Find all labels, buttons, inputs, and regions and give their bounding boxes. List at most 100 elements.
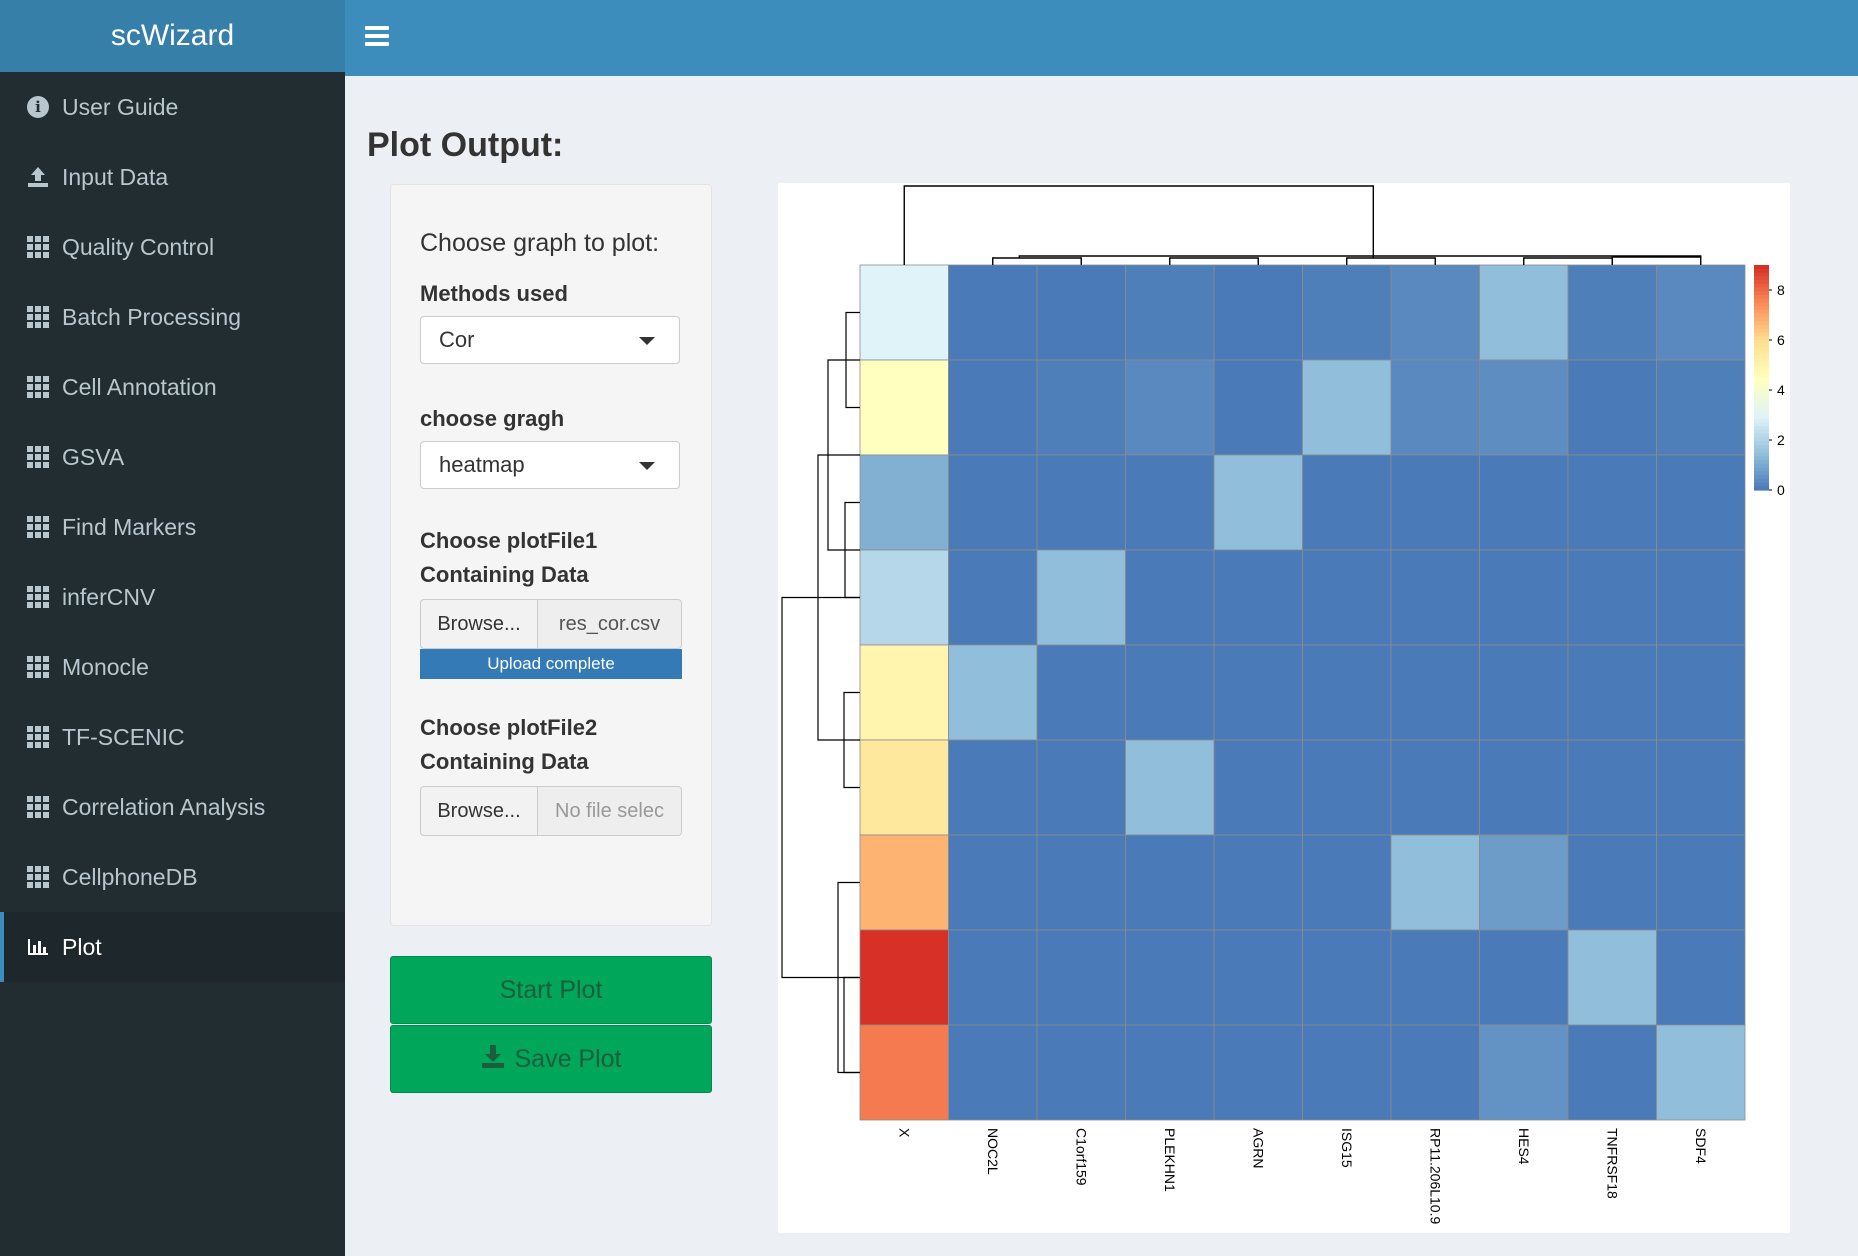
heatmap-cell — [859, 1024, 949, 1121]
heatmap-cell — [1302, 454, 1392, 551]
heatmap-cell — [1213, 1024, 1303, 1121]
legend-color-segment — [1754, 422, 1769, 427]
graph-select-value: heatmap — [439, 452, 525, 477]
heatmap-cell — [1390, 549, 1480, 646]
legend-color-segment — [1754, 403, 1769, 409]
sidebar-toggle-icon[interactable] — [365, 26, 389, 46]
legend-color-segment — [1754, 415, 1769, 420]
legend-color-segment — [1754, 430, 1769, 435]
legend-color-segment — [1754, 306, 1769, 311]
heatmap-cell — [1567, 454, 1657, 551]
file1-browse-button[interactable]: Browse... — [420, 599, 538, 649]
legend-color-segment — [1754, 328, 1769, 334]
legend-color-segment — [1754, 373, 1769, 379]
column-label: C1orf159 — [1073, 1128, 1089, 1186]
sidebar-item-infercnv[interactable]: inferCNV — [0, 562, 345, 632]
save-plot-button[interactable]: Save Plot — [390, 1025, 712, 1093]
sidebar-item-correlation-analysis[interactable]: Correlation Analysis — [0, 772, 345, 842]
legend-color-segment — [1754, 463, 1769, 469]
heatmap-cell — [1036, 264, 1126, 361]
sidebar-item-cell-annotation[interactable]: Cell Annotation — [0, 352, 345, 422]
sidebar-item-quality-control[interactable]: Quality Control — [0, 212, 345, 282]
heatmap-cell — [859, 834, 949, 931]
heatmap-cell — [1390, 1024, 1480, 1121]
heatmap-cell — [1213, 264, 1303, 361]
heatmap-cell — [1567, 264, 1657, 361]
heatmap-cell — [1036, 739, 1126, 836]
heatmap-cell — [1302, 359, 1392, 456]
column-dendrogram-branch — [1169, 257, 1259, 265]
legend-color-segment — [1754, 445, 1769, 450]
legend-color-segment — [1754, 340, 1769, 345]
heatmap-cell — [1479, 359, 1569, 456]
legend-color-segment — [1754, 276, 1769, 281]
save-plot-label: Save Plot — [514, 1044, 622, 1073]
heatmap-cell — [1036, 834, 1126, 931]
heatmap-cell — [1656, 454, 1746, 551]
heatmap-cell — [1479, 929, 1569, 1026]
legend-color-segment — [1754, 433, 1769, 439]
legend-color-segment — [1754, 310, 1769, 315]
heatmap-cell — [1036, 549, 1126, 646]
download-icon — [480, 1043, 506, 1076]
heatmap-cell — [1390, 739, 1480, 836]
file1-input[interactable]: Browse... res_cor.csv — [420, 599, 682, 649]
heatmap-cell — [1479, 644, 1569, 741]
sidebar-item-label: User Guide — [62, 93, 179, 120]
heatmap-cell — [1567, 739, 1657, 836]
heatmap-cell — [1125, 359, 1215, 456]
sidebar-item-cellphonedb[interactable]: CellphoneDB — [0, 842, 345, 912]
methods-select-value: Cor — [439, 327, 475, 352]
sidebar-item-gsva[interactable]: GSVA — [0, 422, 345, 492]
grid-icon — [26, 655, 50, 679]
legend-tick-label: 8 — [1777, 282, 1785, 298]
heatmap-cell — [1302, 1024, 1392, 1121]
sidebar-item-find-markers[interactable]: Find Markers — [0, 492, 345, 562]
legend-color-segment — [1754, 362, 1769, 367]
heatmap-cell — [1125, 644, 1215, 741]
heatmap-cell — [1125, 834, 1215, 931]
file2-name: No file selec — [538, 786, 682, 836]
legend-color-segment — [1754, 317, 1769, 322]
sidebar-item-plot[interactable]: Plot — [0, 912, 345, 982]
sidebar-item-user-guide[interactable]: i User Guide — [0, 72, 345, 142]
heatmap-cell — [1302, 834, 1392, 931]
upload-icon — [26, 165, 50, 189]
heatmap-cell — [859, 739, 949, 836]
plot-output: X NOC2L C1orf159 PLEKHN1 AGRN ISG15 RP11.206L1… — [778, 183, 1790, 1233]
legend-color-segment — [1754, 467, 1769, 472]
heatmap-cell — [1036, 929, 1126, 1026]
heatmap-cell — [859, 644, 949, 741]
grid-icon — [26, 305, 50, 329]
file2-input[interactable]: Browse... No file selec — [420, 786, 682, 836]
graph-select[interactable]: heatmap — [420, 441, 680, 489]
heatmap-cell — [1125, 929, 1215, 1026]
legend-color-segment — [1754, 441, 1769, 446]
file2-browse-button[interactable]: Browse... — [420, 786, 538, 836]
heatmap-chart: X NOC2L C1orf159 PLEKHN1 AGRN ISG15 RP11.206L1… — [781, 185, 1785, 1224]
legend-color-segment — [1754, 407, 1769, 412]
legend-color-segment — [1754, 388, 1769, 394]
heatmap-cell — [1567, 834, 1657, 931]
heatmap-cell — [1302, 549, 1392, 646]
legend-color-segment — [1754, 268, 1769, 274]
methods-select[interactable]: Cor — [420, 316, 680, 364]
heatmap-cell — [1302, 739, 1392, 836]
column-label: ISG15 — [1339, 1128, 1355, 1168]
legend-color-segment — [1754, 336, 1769, 341]
legend-color-segment — [1754, 385, 1769, 390]
heatmap-cell — [1567, 929, 1657, 1026]
heatmap-cell — [1479, 739, 1569, 836]
sidebar-item-batch-processing[interactable]: Batch Processing — [0, 282, 345, 352]
sidebar-item-input-data[interactable]: Input Data — [0, 142, 345, 212]
heatmap-cell — [948, 359, 1038, 456]
app-logo[interactable]: scWizard — [0, 0, 345, 72]
heatmap-cell — [1390, 929, 1480, 1026]
start-plot-button[interactable]: Start Plot — [390, 956, 712, 1024]
legend-color-segment — [1754, 358, 1769, 364]
heatmap-cell — [1390, 359, 1480, 456]
heatmap-cell — [1213, 834, 1303, 931]
sidebar-item-tf-scenic[interactable]: TF-SCENIC — [0, 702, 345, 772]
sidebar-item-monocle[interactable]: Monocle — [0, 632, 345, 702]
heatmap-cell — [1036, 454, 1126, 551]
